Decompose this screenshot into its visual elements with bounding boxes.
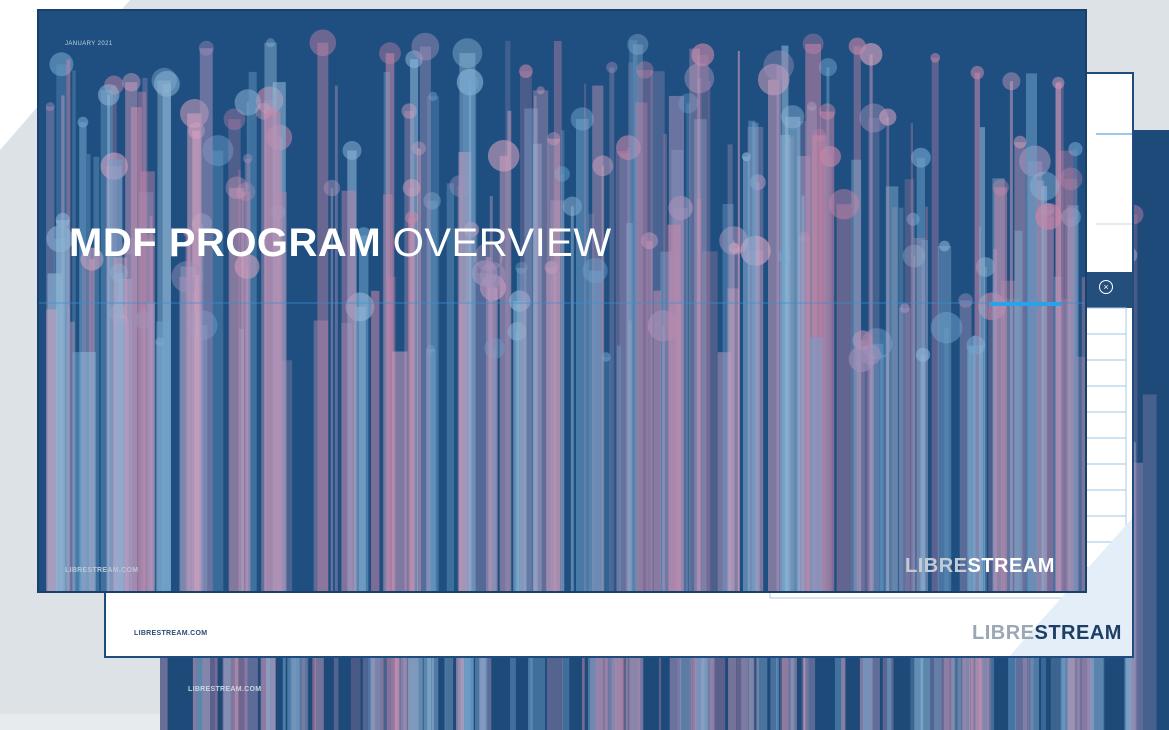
slide-title: MDF PROGRAM OVERVIEW xyxy=(69,221,612,266)
back-slide-url: LIBRESTREAM.COM xyxy=(188,686,261,693)
middle-logo-part-a: LIBRE xyxy=(972,622,1035,644)
slide-title-strong: MDF PROGRAM xyxy=(69,221,381,265)
decor-bar xyxy=(1143,394,1157,730)
close-icon[interactable]: × xyxy=(1099,280,1113,294)
front-slide-accent-line xyxy=(39,11,1087,593)
front-logo-part-a: LIBRE xyxy=(905,555,968,577)
middle-logo-part-b: STREAM xyxy=(1035,622,1122,644)
front-slide: JANUARY 2021 MDF PROGRAM OVERVIEW LIBRES… xyxy=(37,9,1087,593)
front-slide-url: LIBRESTREAM.COM xyxy=(65,567,138,574)
front-logo-part-b: STREAM xyxy=(968,555,1055,577)
middle-slide-logo: LIBRESTREAM xyxy=(972,622,1122,645)
slide-date: JANUARY 2021 xyxy=(65,41,113,47)
middle-slide-url: LIBRESTREAM.COM xyxy=(134,630,207,637)
slide-title-light: OVERVIEW xyxy=(381,221,611,265)
front-slide-logo: LIBRESTREAM xyxy=(905,555,1055,578)
